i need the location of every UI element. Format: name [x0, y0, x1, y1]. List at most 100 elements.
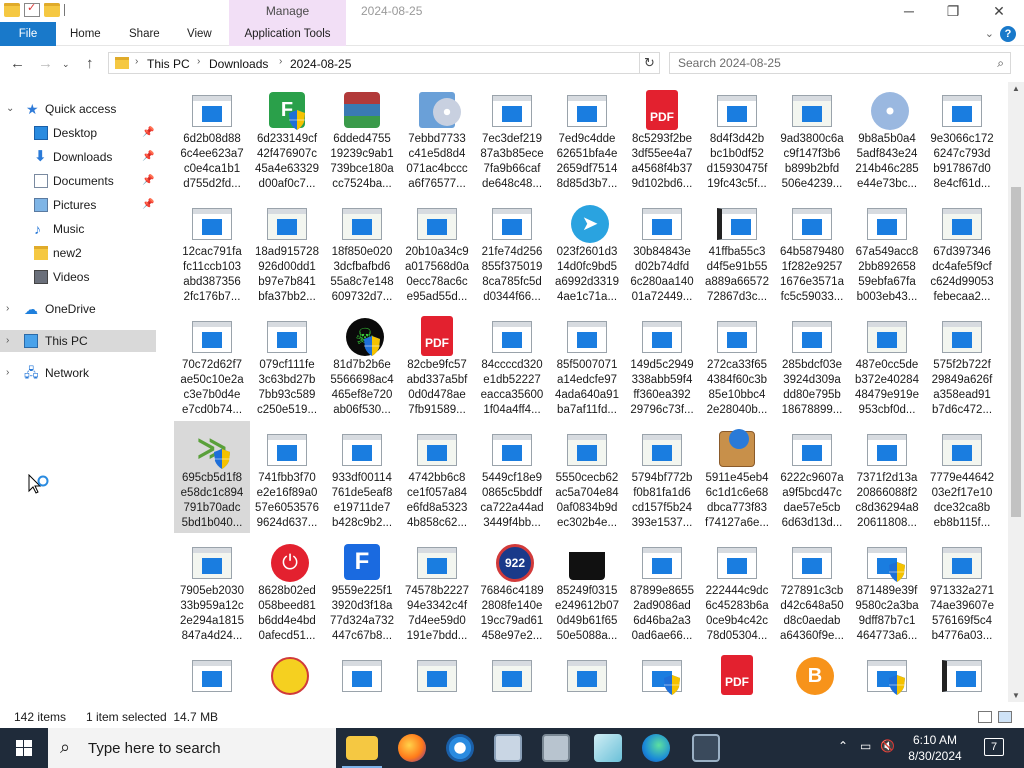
refresh-button[interactable]: ↻ [640, 52, 660, 74]
nav-network[interactable]: › 🖧 Network [0, 362, 156, 384]
file-item[interactable]: 20b10a34c9 a017568d0a 0ecc78ac6c e95ad55… [399, 195, 475, 307]
file-item[interactable] [924, 647, 1000, 702]
file-item[interactable]: 7371f2d13a 20866088f2 c8d36294a8 2061180… [849, 421, 925, 533]
breadcrumb-this-pc[interactable]: This PC [147, 57, 190, 71]
crumb-separator-icon[interactable]: › [197, 56, 200, 67]
scroll-down-icon[interactable]: ▼ [1012, 691, 1020, 700]
tab-view[interactable]: View [187, 22, 212, 46]
tab-home[interactable]: Home [70, 22, 101, 46]
file-item[interactable]: 7905eb2030 33b959a12c 2e294a1815 847a4d2… [174, 534, 250, 646]
vertical-scrollbar[interactable]: ▲ ▼ [1008, 82, 1024, 702]
nav-quick-access[interactable]: ⌄ ★ Quick access [0, 98, 156, 120]
expand-ribbon-icon[interactable]: ⌄ [985, 27, 994, 40]
file-item[interactable]: 7ec3def219 87a3b85ece 7fa9b66caf de648c4… [474, 82, 550, 194]
file-item[interactable]: 575f2b722f 29849a626f a358ead91 b7d6c472… [924, 308, 1000, 420]
minimize-button[interactable]: ─ [886, 0, 932, 22]
volume-muted-icon[interactable]: 🔇 [880, 739, 895, 753]
windows-start-icon[interactable] [0, 728, 48, 768]
file-item[interactable]: F 6d233149cf 42f476907c 45a4e63329 d00af0… [249, 82, 325, 194]
taskbar-search-box[interactable]: ⌕ Type here to search [48, 728, 336, 768]
new-folder-icon[interactable] [44, 3, 60, 17]
details-view-icon[interactable] [978, 711, 992, 723]
scrollbar-thumb[interactable] [1011, 187, 1021, 517]
file-item[interactable]: 67d397346 dc4afe5f9cf c624d99053 febecaa… [924, 195, 1000, 307]
file-item[interactable] [549, 647, 625, 702]
file-item[interactable]: 5911e45eb4 6c1d1c6e68 dbca773f83 f74127a… [699, 421, 775, 533]
file-item[interactable] [174, 647, 250, 702]
app-window-taskbar-icon[interactable] [494, 734, 522, 762]
chevron-right-icon[interactable]: › [6, 362, 9, 384]
file-item[interactable]: 222444c9dc 6c45283b6a 0ce9b4c42c 78d0530… [699, 534, 775, 646]
file-item[interactable]: 84ccccd320 e1db52227 eacca35600 1f04a4ff… [474, 308, 550, 420]
file-item[interactable]: B [774, 647, 850, 702]
edge-taskbar-icon[interactable] [642, 734, 670, 762]
app-taskbar-icon[interactable] [542, 734, 570, 762]
file-item[interactable] [474, 647, 550, 702]
address-box[interactable]: › This PC › Downloads › 2024-08-25 ⌄ [108, 52, 743, 74]
up-icon[interactable]: ↑ [86, 55, 94, 72]
file-item[interactable]: 67a549acc8 2bb892658 59ebfa67fa b003eb43… [849, 195, 925, 307]
file-item[interactable]: 487e0cc5de b372e40284 48479e919e 953cbf0… [849, 308, 925, 420]
search-input[interactable] [678, 54, 978, 72]
file-item[interactable]: 933df00114 761de5eaf8 e19711de7 b428c9b2… [324, 421, 400, 533]
file-item[interactable]: 6dded4755 19239c9ab1 739bce180a cc7524ba… [324, 82, 400, 194]
crumb-separator-icon[interactable]: › [135, 56, 138, 67]
file-item[interactable]: 4742bb6c8 ce1f057a84 e6fd8a5323 4b858c62… [399, 421, 475, 533]
search-box[interactable]: ⌕ [669, 52, 1011, 74]
tab-share[interactable]: Share [129, 22, 160, 46]
breadcrumb-downloads[interactable]: Downloads [209, 57, 268, 71]
network-app-taskbar-icon[interactable] [692, 734, 720, 762]
file-item[interactable] [849, 647, 925, 702]
file-explorer-taskbar-icon[interactable] [346, 736, 378, 760]
file-item[interactable]: ≫ 695cb5d1f8 e58dc1c894 791b70adc 5bd1b04… [174, 421, 250, 533]
file-item[interactable]: 079cf111fe 3c63bd27b 7bb93c589 c250e519.… [249, 308, 325, 420]
file-item[interactable]: 5794bf772b f0b81fa1d6 cd157f5b24 393e153… [624, 421, 700, 533]
file-item[interactable]: 6d2b08d88 6c4ee623a7 c0e4ca1b1 d755d2fd.… [174, 82, 250, 194]
maximize-button[interactable]: ❐ [930, 0, 976, 22]
file-item[interactable]: 5449cf18e9 0865c5bddf ca722a44ad 3449f4b… [474, 421, 550, 533]
file-item[interactable]: ➤ 023f2601d3 14d0fc9bd5 a6992d3319 4ae1c7… [549, 195, 625, 307]
notifications-icon[interactable]: 7 [984, 738, 1004, 756]
recent-locations-icon[interactable]: ⌄ [62, 59, 70, 70]
qat-customize-icon[interactable] [64, 4, 70, 16]
file-item[interactable]: 871489e39f 9580c2a3ba 9dff87b7c1 464773a… [849, 534, 925, 646]
file-item[interactable]: 18ad915728 926d00dd1 b97e7b841 bfa37bb2.… [249, 195, 325, 307]
file-item[interactable]: 7779e44642 03e2f17e10 dce32ca8b eb8b115f… [924, 421, 1000, 533]
file-item[interactable]: PDF 82cbe9fc57 abd337a5bf 0d0d478ae 7fb91… [399, 308, 475, 420]
file-item[interactable]: 272ca33f65 4384f60c3b 85e10bbc4 2e28040b… [699, 308, 775, 420]
file-item[interactable]: 285bdcf03e 3924d309a dd80e795b 18678899.… [774, 308, 850, 420]
clock[interactable]: 6:10 AM 8/30/2024 [896, 732, 974, 764]
nav-onedrive[interactable]: › ☁ OneDrive [0, 298, 156, 320]
file-item[interactable]: 85f5007071 a14edcfe97 4ada640a91 ba7af11… [549, 308, 625, 420]
network-status-icon[interactable]: ▭ [860, 739, 871, 753]
help-icon[interactable]: ? [1000, 26, 1016, 42]
breadcrumb-current-folder[interactable]: 2024-08-25 [290, 57, 351, 71]
file-item[interactable]: 971332a271 74ae39607e 576169f5c4 b4776a0… [924, 534, 1000, 646]
file-item[interactable]: PDF [699, 647, 775, 702]
file-item[interactable] [249, 647, 325, 702]
file-item[interactable]: 64b5879480 1f282e9257 1676e3571a fc5c590… [774, 195, 850, 307]
file-item[interactable]: 70c72d62f7 ae50c10e2a c3e7b0d4e e7cd0b74… [174, 308, 250, 420]
file-item[interactable]: ⏻ 8628b02ed 058beed81 b6dd4e4bd 0afecd51.… [249, 534, 325, 646]
nav-downloads[interactable]: ⬇ Downloads 📌 [0, 146, 156, 168]
properties-icon[interactable] [24, 1, 40, 17]
file-item[interactable]: 922 76846c4189 2808fe140e 19cc79ad61 458e… [474, 534, 550, 646]
manage-tab[interactable]: Manage [229, 0, 346, 22]
file-item[interactable]: PDF 8c5293f2be 3df55ee4a7 a4568f4b37 9d10… [624, 82, 700, 194]
folder-icon[interactable] [4, 3, 20, 17]
file-item[interactable]: 7ebbd7733 c41e5d8d4 071ac4bccc a6f76577.… [399, 82, 475, 194]
file-item[interactable]: 85249f0315 e249612b07 0d49b61f65 50e5088… [549, 534, 625, 646]
tab-file[interactable]: File [0, 22, 56, 46]
file-item[interactable]: 12cac791fa fc11ccb103 abd387356 2fc176b7… [174, 195, 250, 307]
forward-icon[interactable]: → [38, 55, 53, 72]
file-item[interactable]: ☠ 81d7b2b6e 5566698ac4 465ef8e720 ab06f53… [324, 308, 400, 420]
file-item[interactable]: 87899e8655 2ad9086ad 6d46ba2a3 0ad6ae66.… [624, 534, 700, 646]
chevron-right-icon[interactable]: › [6, 298, 9, 320]
file-item[interactable] [624, 647, 700, 702]
nav-videos[interactable]: Videos [0, 266, 156, 288]
file-item[interactable]: 8d4f3d42b bc1b0df52 d15930475f 19fc43c5f… [699, 82, 775, 194]
nav-this-pc[interactable]: › This PC [0, 330, 156, 352]
chevron-right-icon[interactable]: › [6, 330, 9, 352]
large-icons-view-icon[interactable] [998, 711, 1012, 723]
search-icon[interactable]: ⌕ [997, 56, 1004, 71]
